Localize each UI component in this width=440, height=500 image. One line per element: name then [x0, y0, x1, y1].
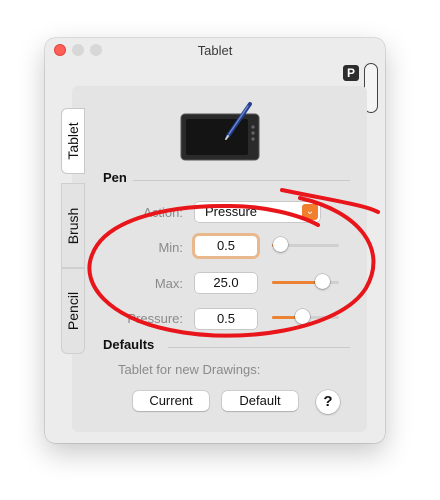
- min-slider-knob[interactable]: [273, 237, 289, 252]
- pen-section-title: Pen: [103, 170, 127, 185]
- min-field[interactable]: 0.5: [195, 236, 257, 256]
- default-button[interactable]: Default: [222, 391, 298, 411]
- tab-pencil[interactable]: Pencil: [61, 268, 85, 354]
- pressure-field[interactable]: 0.5: [195, 309, 257, 329]
- help-button[interactable]: ?: [316, 390, 340, 414]
- min-label: Min:: [158, 240, 183, 255]
- current-button[interactable]: Current: [133, 391, 209, 411]
- tablet-pen-icon: [180, 102, 260, 161]
- chevron-down-icon: ⌄: [302, 204, 318, 220]
- defaults-section-title: Defaults: [103, 337, 155, 352]
- tab-tablet[interactable]: Tablet: [61, 108, 85, 174]
- defaults-divider: [168, 347, 350, 348]
- action-popup-value: Pressure: [205, 204, 258, 219]
- max-label: Max:: [154, 276, 183, 291]
- max-field[interactable]: 25.0: [195, 273, 257, 293]
- defaults-subtitle: Tablet for new Drawings:: [118, 362, 261, 377]
- action-label: Action:: [143, 205, 183, 220]
- p-badge-icon[interactable]: P: [343, 65, 359, 81]
- action-popup[interactable]: Pressure ⌄: [195, 202, 320, 222]
- title-bar: Tablet: [45, 38, 385, 62]
- window-title: Tablet: [197, 43, 233, 58]
- pressure-label: Pressure:: [127, 311, 183, 326]
- tab-brush-label: Brush: [65, 207, 81, 244]
- pen-divider: [133, 180, 350, 181]
- tab-brush[interactable]: Brush: [61, 183, 85, 268]
- tab-pencil-label: Pencil: [65, 291, 81, 331]
- tab-tablet-label: Tablet: [65, 122, 81, 160]
